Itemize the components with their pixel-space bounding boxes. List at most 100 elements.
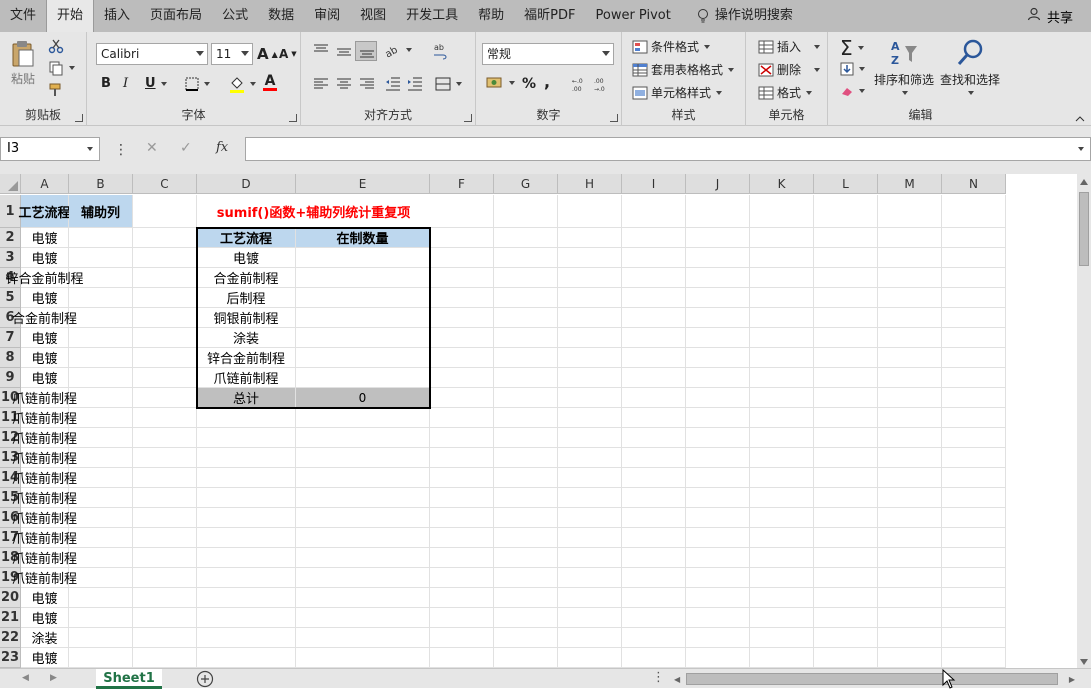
- cell[interactable]: [494, 248, 558, 268]
- tell-me-search[interactable]: 操作说明搜索: [687, 0, 803, 32]
- cell[interactable]: [878, 288, 942, 308]
- cell[interactable]: [69, 388, 133, 408]
- cell[interactable]: [133, 468, 197, 488]
- cell[interactable]: [878, 388, 942, 408]
- menu-tab-11[interactable]: Power Pivot: [585, 0, 680, 32]
- cell[interactable]: [622, 548, 686, 568]
- cell[interactable]: [814, 548, 878, 568]
- scroll-up-icon[interactable]: [1080, 179, 1088, 185]
- column-header-g[interactable]: G: [494, 174, 558, 194]
- menu-tab-8[interactable]: 开发工具: [396, 0, 468, 32]
- fill-color-button[interactable]: [229, 75, 256, 93]
- percent-button[interactable]: %: [522, 76, 536, 92]
- cell[interactable]: [622, 648, 686, 668]
- cell[interactable]: [942, 288, 1006, 308]
- italic-button[interactable]: I: [123, 76, 128, 91]
- cell[interactable]: [942, 508, 1006, 528]
- cell[interactable]: [494, 608, 558, 628]
- cell[interactable]: [69, 468, 133, 488]
- cell[interactable]: [197, 468, 296, 488]
- cell[interactable]: [430, 548, 494, 568]
- cell[interactable]: [878, 328, 942, 348]
- cell[interactable]: [686, 288, 750, 308]
- cell[interactable]: [69, 628, 133, 648]
- column-header-f[interactable]: F: [430, 174, 494, 194]
- cell[interactable]: [296, 448, 430, 468]
- cell[interactable]: [686, 488, 750, 508]
- cell[interactable]: [558, 628, 622, 648]
- cell[interactable]: [558, 408, 622, 428]
- column-header-m[interactable]: M: [878, 174, 942, 194]
- shrink-font-button[interactable]: A ▼: [279, 47, 297, 61]
- summary-item[interactable]: 电镀: [197, 248, 296, 268]
- cell[interactable]: [878, 348, 942, 368]
- cell[interactable]: [814, 568, 878, 588]
- collapse-ribbon-button[interactable]: [1075, 116, 1085, 122]
- sheet-tab[interactable]: Sheet1: [96, 669, 162, 689]
- cell[interactable]: [69, 328, 133, 348]
- cell[interactable]: [622, 508, 686, 528]
- cell[interactable]: [686, 368, 750, 388]
- cell[interactable]: [558, 508, 622, 528]
- column-header-a[interactable]: A: [21, 174, 69, 194]
- cell[interactable]: [558, 428, 622, 448]
- cell[interactable]: [878, 608, 942, 628]
- cell[interactable]: [622, 228, 686, 248]
- cell[interactable]: [133, 508, 197, 528]
- cell[interactable]: [133, 248, 197, 268]
- cell[interactable]: [558, 328, 622, 348]
- formula-input[interactable]: [245, 137, 1091, 161]
- menu-tab-6[interactable]: 审阅: [304, 0, 350, 32]
- cell[interactable]: [494, 448, 558, 468]
- cell[interactable]: [197, 448, 296, 468]
- horizontal-scrollbar[interactable]: ◀ ▶: [672, 672, 1077, 686]
- cell[interactable]: [814, 308, 878, 328]
- cell[interactable]: [622, 588, 686, 608]
- cell[interactable]: [942, 468, 1006, 488]
- cell[interactable]: [133, 268, 197, 288]
- row-header-22[interactable]: 22: [0, 628, 21, 648]
- cell[interactable]: [494, 568, 558, 588]
- cell[interactable]: [494, 328, 558, 348]
- number-format-combo[interactable]: 常规: [482, 43, 614, 65]
- share-button[interactable]: 共享: [1027, 0, 1073, 32]
- row-header-20[interactable]: 20: [0, 588, 21, 608]
- cell[interactable]: [558, 588, 622, 608]
- align-right-icon[interactable]: [359, 78, 375, 90]
- cell[interactable]: [814, 488, 878, 508]
- cell[interactable]: [430, 608, 494, 628]
- process-cell[interactable]: 电镀: [21, 648, 69, 668]
- name-box[interactable]: I3: [0, 137, 100, 161]
- process-cell[interactable]: 电镀: [21, 348, 69, 368]
- cell[interactable]: [622, 368, 686, 388]
- cell[interactable]: [750, 648, 814, 668]
- row-header-21[interactable]: 21: [0, 608, 21, 628]
- summary-quantity[interactable]: [296, 248, 430, 268]
- cell[interactable]: [942, 648, 1006, 668]
- cell[interactable]: [69, 528, 133, 548]
- cell[interactable]: [69, 368, 133, 388]
- cell[interactable]: [133, 548, 197, 568]
- cell[interactable]: [430, 408, 494, 428]
- cell[interactable]: [69, 428, 133, 448]
- summary-quantity[interactable]: [296, 348, 430, 368]
- cell[interactable]: [750, 468, 814, 488]
- row-header-3[interactable]: 3: [0, 248, 21, 268]
- cell[interactable]: [750, 608, 814, 628]
- cell[interactable]: [197, 428, 296, 448]
- menu-tab-2[interactable]: 插入: [94, 0, 140, 32]
- cell[interactable]: [494, 348, 558, 368]
- find-select-button[interactable]: 查找和选择: [940, 38, 1000, 95]
- process-cell[interactable]: 爪链前制程: [12, 408, 77, 428]
- menu-tab-3[interactable]: 页面布局: [140, 0, 212, 32]
- cell[interactable]: [942, 368, 1006, 388]
- cell[interactable]: [296, 568, 430, 588]
- cell[interactable]: [878, 268, 942, 288]
- alignment-launcher[interactable]: [464, 114, 472, 122]
- orientation-button[interactable]: ab: [383, 42, 412, 58]
- row-header-23[interactable]: 23: [0, 648, 21, 668]
- cell[interactable]: [558, 488, 622, 508]
- cell[interactable]: [878, 448, 942, 468]
- font-name-combo[interactable]: Calibri: [96, 43, 208, 65]
- cell[interactable]: [878, 195, 942, 228]
